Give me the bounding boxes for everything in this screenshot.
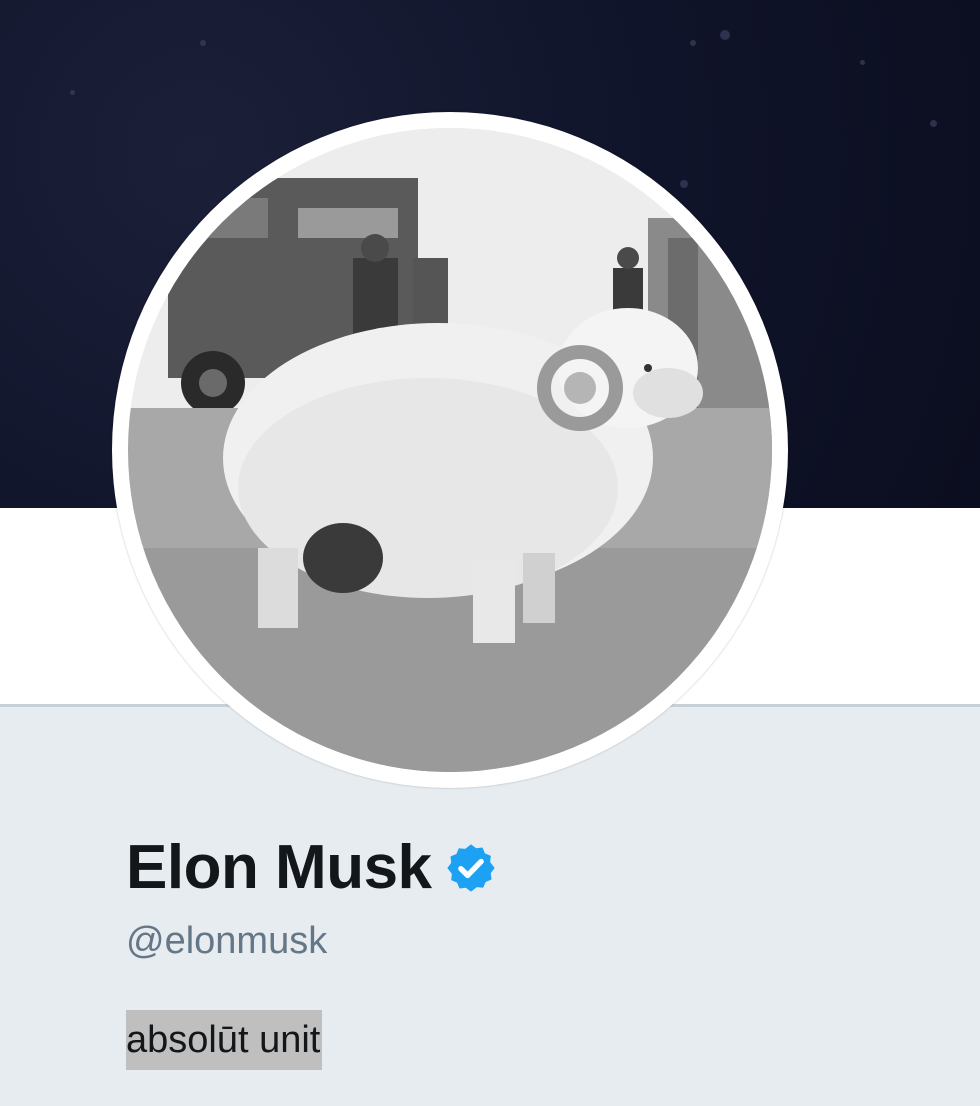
profile-avatar[interactable] <box>112 112 788 788</box>
display-name[interactable]: Elon Musk <box>126 828 432 908</box>
profile-handle[interactable]: @elonmusk <box>126 915 327 967</box>
profile-bio: absolūt unit <box>126 1010 323 1070</box>
profile-name-row: Elon Musk <box>126 828 498 908</box>
verified-badge-icon <box>446 844 495 892</box>
avatar-image <box>128 128 772 772</box>
profile-page: Elon Musk @elonmusk absolūt unit <box>0 0 980 1106</box>
